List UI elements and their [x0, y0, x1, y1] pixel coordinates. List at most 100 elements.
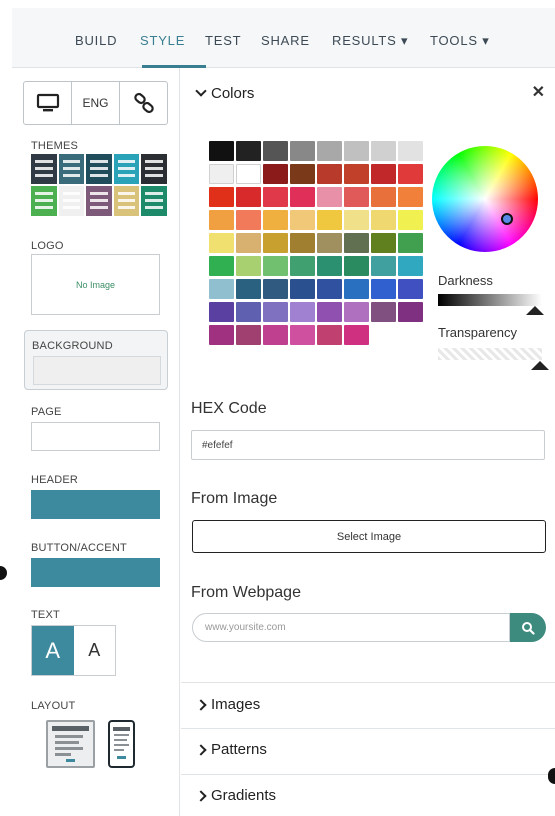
- color-swatch[interactable]: [317, 164, 342, 184]
- color-swatch[interactable]: [371, 302, 396, 322]
- color-wheel-cursor[interactable]: [501, 213, 513, 225]
- color-swatch[interactable]: [209, 302, 234, 322]
- color-swatch[interactable]: [236, 302, 261, 322]
- color-swatch[interactable]: [236, 233, 261, 253]
- layout-desktop-option[interactable]: [46, 720, 95, 768]
- color-swatch[interactable]: [209, 325, 234, 345]
- patterns-section-header[interactable]: Patterns: [195, 741, 267, 758]
- color-swatch[interactable]: [317, 256, 342, 276]
- color-swatch[interactable]: [263, 302, 288, 322]
- color-swatch[interactable]: [344, 256, 369, 276]
- hex-code-input[interactable]: #efefef: [191, 430, 545, 460]
- color-wheel[interactable]: [432, 146, 538, 252]
- color-swatch[interactable]: [344, 302, 369, 322]
- color-swatch[interactable]: [344, 164, 369, 184]
- color-swatch[interactable]: [371, 141, 396, 161]
- color-swatch[interactable]: [263, 279, 288, 299]
- color-swatch[interactable]: [290, 233, 315, 253]
- color-swatch[interactable]: [398, 210, 423, 230]
- color-swatch[interactable]: [290, 325, 315, 345]
- panel-edge-handle-left[interactable]: [0, 566, 7, 580]
- transparency-slider[interactable]: [438, 348, 542, 360]
- darkness-slider[interactable]: [438, 294, 542, 306]
- color-swatch[interactable]: [209, 141, 234, 161]
- color-swatch[interactable]: [263, 187, 288, 207]
- panel-edge-handle-right[interactable]: [548, 768, 555, 784]
- gradients-section-header[interactable]: Gradients: [195, 787, 276, 804]
- color-swatch[interactable]: [263, 210, 288, 230]
- color-swatch[interactable]: [317, 210, 342, 230]
- color-swatch[interactable]: [236, 256, 261, 276]
- close-icon[interactable]: ✕: [532, 82, 545, 102]
- color-swatch[interactable]: [290, 279, 315, 299]
- select-image-button[interactable]: Select Image: [192, 520, 546, 553]
- color-swatch[interactable]: [209, 279, 234, 299]
- link-button[interactable]: [120, 82, 167, 124]
- page-color-swatch[interactable]: [31, 422, 160, 451]
- color-swatch[interactable]: [209, 210, 234, 230]
- darkness-slider-handle[interactable]: [526, 306, 544, 315]
- theme-thumbnail[interactable]: [31, 186, 57, 216]
- tab-share[interactable]: SHARE: [261, 33, 310, 48]
- color-swatch[interactable]: [209, 187, 234, 207]
- color-swatch[interactable]: [371, 210, 396, 230]
- color-swatch[interactable]: [371, 233, 396, 253]
- theme-thumbnail[interactable]: [86, 154, 112, 184]
- theme-thumbnail[interactable]: [31, 154, 57, 184]
- color-swatch[interactable]: [398, 164, 423, 184]
- color-swatch[interactable]: [398, 279, 423, 299]
- logo-upload[interactable]: No Image: [31, 254, 160, 315]
- color-swatch[interactable]: [290, 256, 315, 276]
- color-swatch[interactable]: [398, 141, 423, 161]
- theme-thumbnail[interactable]: [86, 186, 112, 216]
- images-section-header[interactable]: Images: [195, 696, 260, 713]
- color-swatch[interactable]: [263, 164, 288, 184]
- color-swatch[interactable]: [209, 164, 234, 184]
- color-swatch[interactable]: [290, 164, 315, 184]
- color-swatch[interactable]: [317, 302, 342, 322]
- color-swatch[interactable]: [317, 279, 342, 299]
- layout-mobile-option[interactable]: [108, 720, 135, 768]
- theme-thumbnail[interactable]: [113, 186, 140, 216]
- color-swatch[interactable]: [209, 256, 234, 276]
- background-color-swatch[interactable]: [33, 356, 161, 385]
- color-swatch[interactable]: [236, 325, 261, 345]
- theme-thumbnail[interactable]: [58, 186, 85, 216]
- language-button[interactable]: ENG: [72, 82, 120, 124]
- color-swatch[interactable]: [344, 210, 369, 230]
- color-swatch[interactable]: [263, 256, 288, 276]
- color-swatch[interactable]: [398, 187, 423, 207]
- theme-thumbnail[interactable]: [141, 186, 167, 216]
- color-swatch[interactable]: [317, 141, 342, 161]
- tab-style[interactable]: STYLE: [140, 33, 185, 48]
- webpage-url-input[interactable]: www.yoursite.com: [192, 613, 510, 642]
- desktop-view-button[interactable]: [24, 82, 72, 124]
- color-swatch[interactable]: [236, 141, 261, 161]
- header-color-swatch[interactable]: [31, 490, 160, 519]
- color-swatch[interactable]: [290, 302, 315, 322]
- color-swatch[interactable]: [398, 302, 423, 322]
- transparency-slider-handle[interactable]: [531, 361, 549, 370]
- theme-thumbnail[interactable]: [113, 154, 140, 184]
- webpage-search-button[interactable]: [510, 613, 546, 642]
- text-light-on-dark-option[interactable]: A: [32, 626, 74, 675]
- color-swatch[interactable]: [236, 279, 261, 299]
- theme-thumbnail[interactable]: [58, 154, 85, 184]
- color-swatch[interactable]: [263, 325, 288, 345]
- color-swatch[interactable]: [236, 164, 261, 184]
- tab-tools[interactable]: TOOLS ▾: [430, 33, 490, 49]
- color-swatch[interactable]: [344, 187, 369, 207]
- color-swatch[interactable]: [398, 256, 423, 276]
- color-swatch[interactable]: [290, 187, 315, 207]
- button-accent-color-swatch[interactable]: [31, 558, 160, 587]
- theme-thumbnail[interactable]: [141, 154, 167, 184]
- tab-test[interactable]: TEST: [205, 33, 241, 48]
- colors-section-header[interactable]: Colors: [195, 85, 254, 102]
- color-swatch[interactable]: [344, 279, 369, 299]
- tab-build[interactable]: BUILD: [75, 33, 117, 48]
- color-swatch[interactable]: [344, 325, 369, 345]
- text-dark-on-light-option[interactable]: A: [74, 626, 116, 675]
- color-swatch[interactable]: [317, 325, 342, 345]
- color-swatch[interactable]: [263, 141, 288, 161]
- background-card[interactable]: BACKGROUND: [24, 330, 168, 390]
